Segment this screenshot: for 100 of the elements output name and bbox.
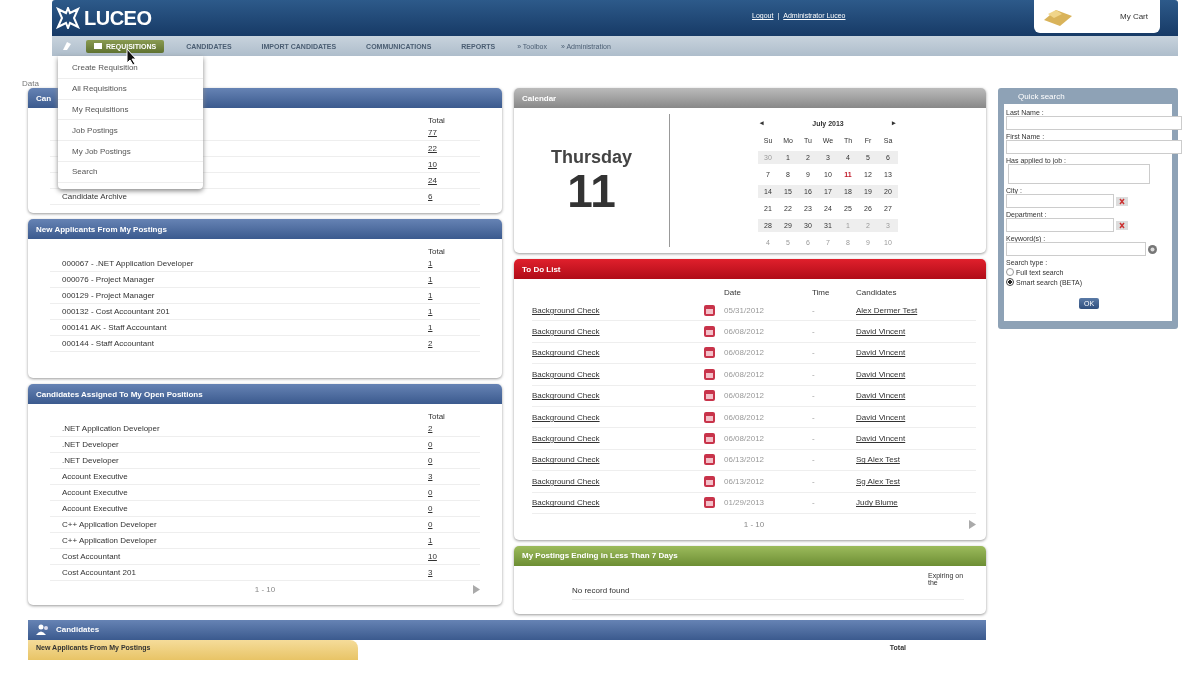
day-number: 11 [567,168,616,214]
candidate-link[interactable]: Sg Alex Test [856,476,976,486]
table-cell-text: Account Executive [62,488,129,497]
column-header: Time [812,288,831,297]
total-link[interactable]: 0 [428,456,480,465]
total-link[interactable]: 2 [428,424,480,433]
date-cell-text: 06/08/2012 [724,434,766,444]
total-link[interactable]: 1 [428,323,480,332]
cart-button[interactable]: My Cart [1034,0,1160,33]
panel-title: New Applicants From My Postings [36,224,167,234]
menu-item[interactable]: All Requisitions [58,78,203,100]
menu-item[interactable]: Job Postings [58,120,203,142]
total-link[interactable]: 0 [428,520,480,529]
task-link[interactable]: Background Check [532,348,704,358]
table-cell-text: 000067 - .NET Application Developer [62,259,195,268]
table-cell-text: .NET Developer [62,456,120,465]
date-cell-text: 06/13/2012 [724,455,766,465]
date-cell-text: 01/29/2013 [724,498,766,508]
candidate-link[interactable]: David Vincent [856,348,976,358]
task-link[interactable]: Background Check [532,476,704,486]
candidate-link[interactable]: David Vincent [856,434,976,444]
table-cell-text: Candidate Archive [62,192,128,201]
total-link[interactable]: 0 [428,488,480,497]
total-link[interactable]: 22 [428,144,480,153]
table-cell-text: .NET Developer [62,440,120,449]
panel-title: Candidates Assigned To My Open Positions [36,389,203,399]
date-cell-text: 06/08/2012 [724,327,766,337]
table-cell-text: Cost Accountant 201 [62,568,137,577]
table-cell-text: 000141 AK - Staff Accountant [62,323,168,332]
time-cell-text: - [812,434,816,444]
table-cell-text: C++ Application Developer [62,520,158,529]
date-cell-text: 05/31/2012 [724,305,766,315]
time-cell-text: - [812,412,816,422]
candidate-link[interactable]: Alex Dermer Test [856,305,976,315]
logo-text: LUCEO [84,6,152,30]
task-link[interactable]: Background Check [532,434,704,444]
date-cell-text: 06/08/2012 [724,369,766,379]
total-link[interactable]: 1 [428,259,480,268]
time-cell-text: - [812,305,816,315]
total-link[interactable]: 0 [428,504,480,513]
total-link[interactable]: 10 [428,160,480,169]
table-cell-text: Cost Accountant [62,552,122,561]
time-cell-text: - [812,476,816,486]
total-link[interactable]: 3 [428,472,480,481]
panel-title: My Postings Ending in Less Than 7 Days [522,551,678,561]
panel-title: Quick search [1018,91,1065,101]
menu-item[interactable]: My Job Postings [58,141,203,162]
total-link[interactable]: 1 [428,536,480,545]
candidate-link[interactable]: David Vincent [856,369,976,379]
pager-text: 1 - 10 [743,520,765,530]
total-link[interactable]: 0 [428,440,480,449]
total-link[interactable]: 1 [428,275,480,284]
table-cell-text: Account Executive [62,504,129,513]
panel-title: Calendar [522,93,557,103]
candidate-link[interactable]: David Vincent [856,412,976,422]
time-cell-text: - [812,455,816,465]
breadcrumb[interactable]: Data [22,79,39,88]
total-link[interactable]: 1 [428,307,480,316]
candidate-link[interactable]: Sg Alex Test [856,455,976,465]
column-header: Date [724,288,742,297]
total-link[interactable]: 6 [428,192,480,201]
table-cell-text: 000144 - Staff Accountant [62,339,155,348]
total-link[interactable]: 77 [428,128,480,137]
task-link[interactable]: Background Check [532,498,704,508]
task-link[interactable]: Background Check [532,412,704,422]
table-cell-text: 000076 - Project Manager [62,275,156,284]
total-link[interactable]: 1 [428,291,480,300]
candidate-link[interactable]: David Vincent [856,391,976,401]
table-cell-text: 000129 - Project Manager [62,291,156,300]
task-link[interactable]: Background Check [532,305,704,315]
task-link[interactable]: Background Check [532,455,704,465]
time-cell-text: - [812,498,816,508]
column-header: Total [428,116,446,125]
task-link[interactable]: Background Check [532,327,704,337]
total-link[interactable]: 3 [428,568,480,577]
date-cell-text: 06/08/2012 [724,391,766,401]
candidate-link[interactable]: David Vincent [856,327,976,337]
column-header: Total [428,247,446,256]
table-cell-text: .NET Application Developer [62,424,161,433]
menu-item[interactable]: Search [58,162,203,183]
task-link[interactable]: Background Check [532,369,704,379]
table-cell-text: Account Executive [62,472,129,481]
section-title: Candidates [56,625,100,635]
total-link[interactable]: 24 [428,176,480,185]
pager-text: 1 - 10 [254,584,276,594]
date-cell-text: 06/13/2012 [724,476,766,486]
column-header: Candidates [856,288,898,297]
menu-item[interactable]: My Requisitions [58,99,203,121]
time-cell-text: - [812,369,816,379]
task-link[interactable]: Background Check [532,391,704,401]
column-header: Total [428,412,446,421]
date-cell-text: 06/08/2012 [724,348,766,358]
time-cell-text: - [812,348,816,358]
total-link[interactable]: 10 [428,552,480,561]
empty-message: No record found [572,585,964,600]
panel-title: To Do List [522,264,561,274]
total-link[interactable]: 2 [428,339,480,348]
table-cell-text: 000132 - Cost Accountant 201 [62,307,171,316]
candidate-link[interactable]: Judy Blume [856,498,976,508]
panel-title: Can [36,93,52,103]
